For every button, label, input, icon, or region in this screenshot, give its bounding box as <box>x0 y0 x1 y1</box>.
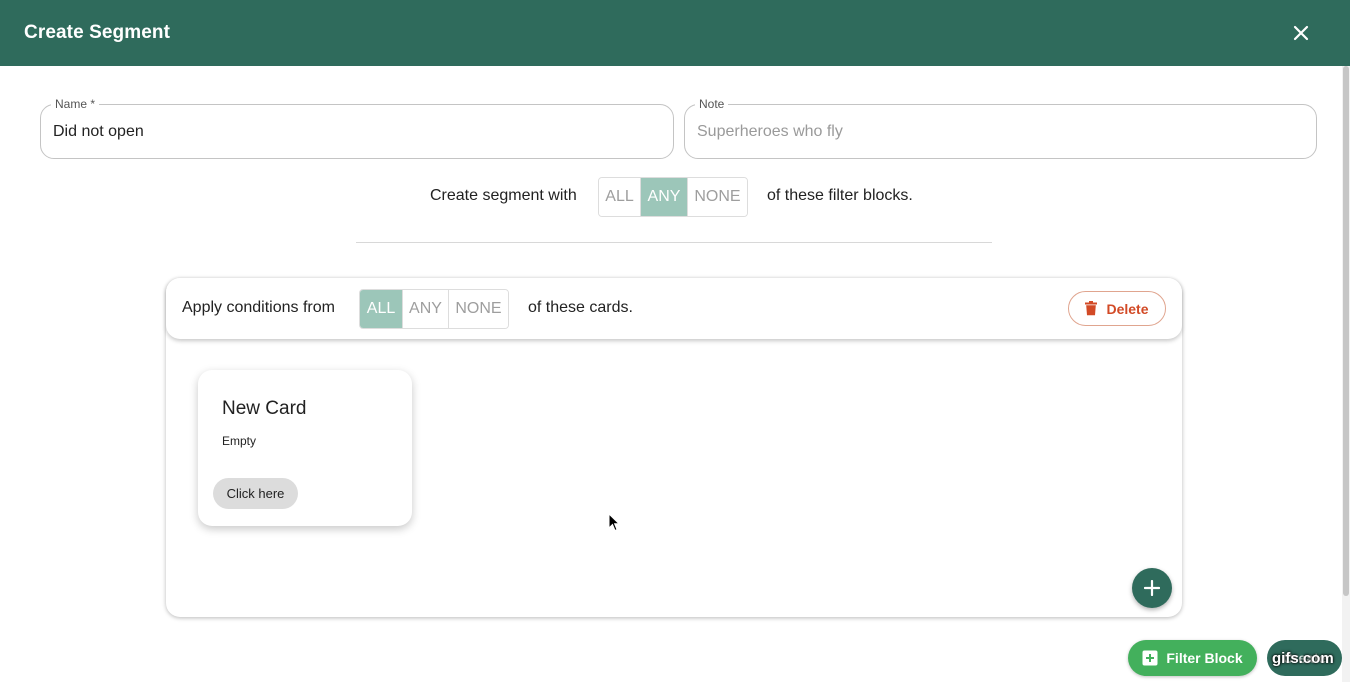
delete-button-label: Delete <box>1106 300 1149 317</box>
segment-mode-toggle[interactable]: ALL ANY NONE <box>598 177 748 217</box>
filter-block-prefix: Apply conditions from <box>182 299 335 316</box>
delete-button[interactable]: Delete <box>1068 291 1166 326</box>
add-card-button[interactable] <box>1132 568 1172 608</box>
card-subtitle: Empty <box>222 434 257 448</box>
scrollbar-thumb[interactable] <box>1343 66 1349 596</box>
filter-block-header: Apply conditions from ALL ANY NONE of th… <box>166 278 1182 339</box>
plus-icon <box>1144 580 1160 596</box>
card-title: New Card <box>222 398 307 419</box>
segment-option-any[interactable]: ANY <box>641 178 688 216</box>
name-input[interactable] <box>53 105 661 158</box>
filter-option-any[interactable]: ANY <box>403 290 449 328</box>
dialog-header: Create Segment <box>0 0 1350 66</box>
segment-mode-prefix: Create segment with <box>430 187 577 204</box>
segment-option-none[interactable]: NONE <box>688 178 747 216</box>
condition-card[interactable]: New Card Empty Click here <box>198 370 412 526</box>
filter-option-none[interactable]: NONE <box>449 290 508 328</box>
filter-block-mode-toggle[interactable]: ALL ANY NONE <box>359 289 509 329</box>
filter-block-suffix: of these cards. <box>528 299 633 316</box>
scrollbar[interactable] <box>1342 66 1350 682</box>
add-box-icon <box>1142 650 1158 666</box>
note-field[interactable]: Note <box>684 97 1317 159</box>
segment-option-all[interactable]: ALL <box>599 178 641 216</box>
watermark: gifs.com <box>1272 650 1334 667</box>
close-icon[interactable] <box>1290 22 1312 44</box>
mouse-cursor-icon <box>608 513 620 532</box>
filter-option-all[interactable]: ALL <box>360 290 403 328</box>
segment-mode-suffix: of these filter blocks. <box>767 187 913 204</box>
name-field[interactable]: Name * <box>40 97 674 159</box>
segment-mode-row: Create segment with ALL ANY NONE of thes… <box>0 177 1350 217</box>
note-input[interactable] <box>697 105 1304 158</box>
dialog-title: Create Segment <box>24 22 171 43</box>
card-click-here-button[interactable]: Click here <box>213 478 298 509</box>
trash-icon <box>1085 301 1098 316</box>
filter-block-button-label: Filter Block <box>1166 650 1243 666</box>
add-filter-block-button[interactable]: Filter Block <box>1128 640 1257 676</box>
divider <box>356 242 992 243</box>
filter-block: Apply conditions from ALL ANY NONE of th… <box>166 278 1182 617</box>
